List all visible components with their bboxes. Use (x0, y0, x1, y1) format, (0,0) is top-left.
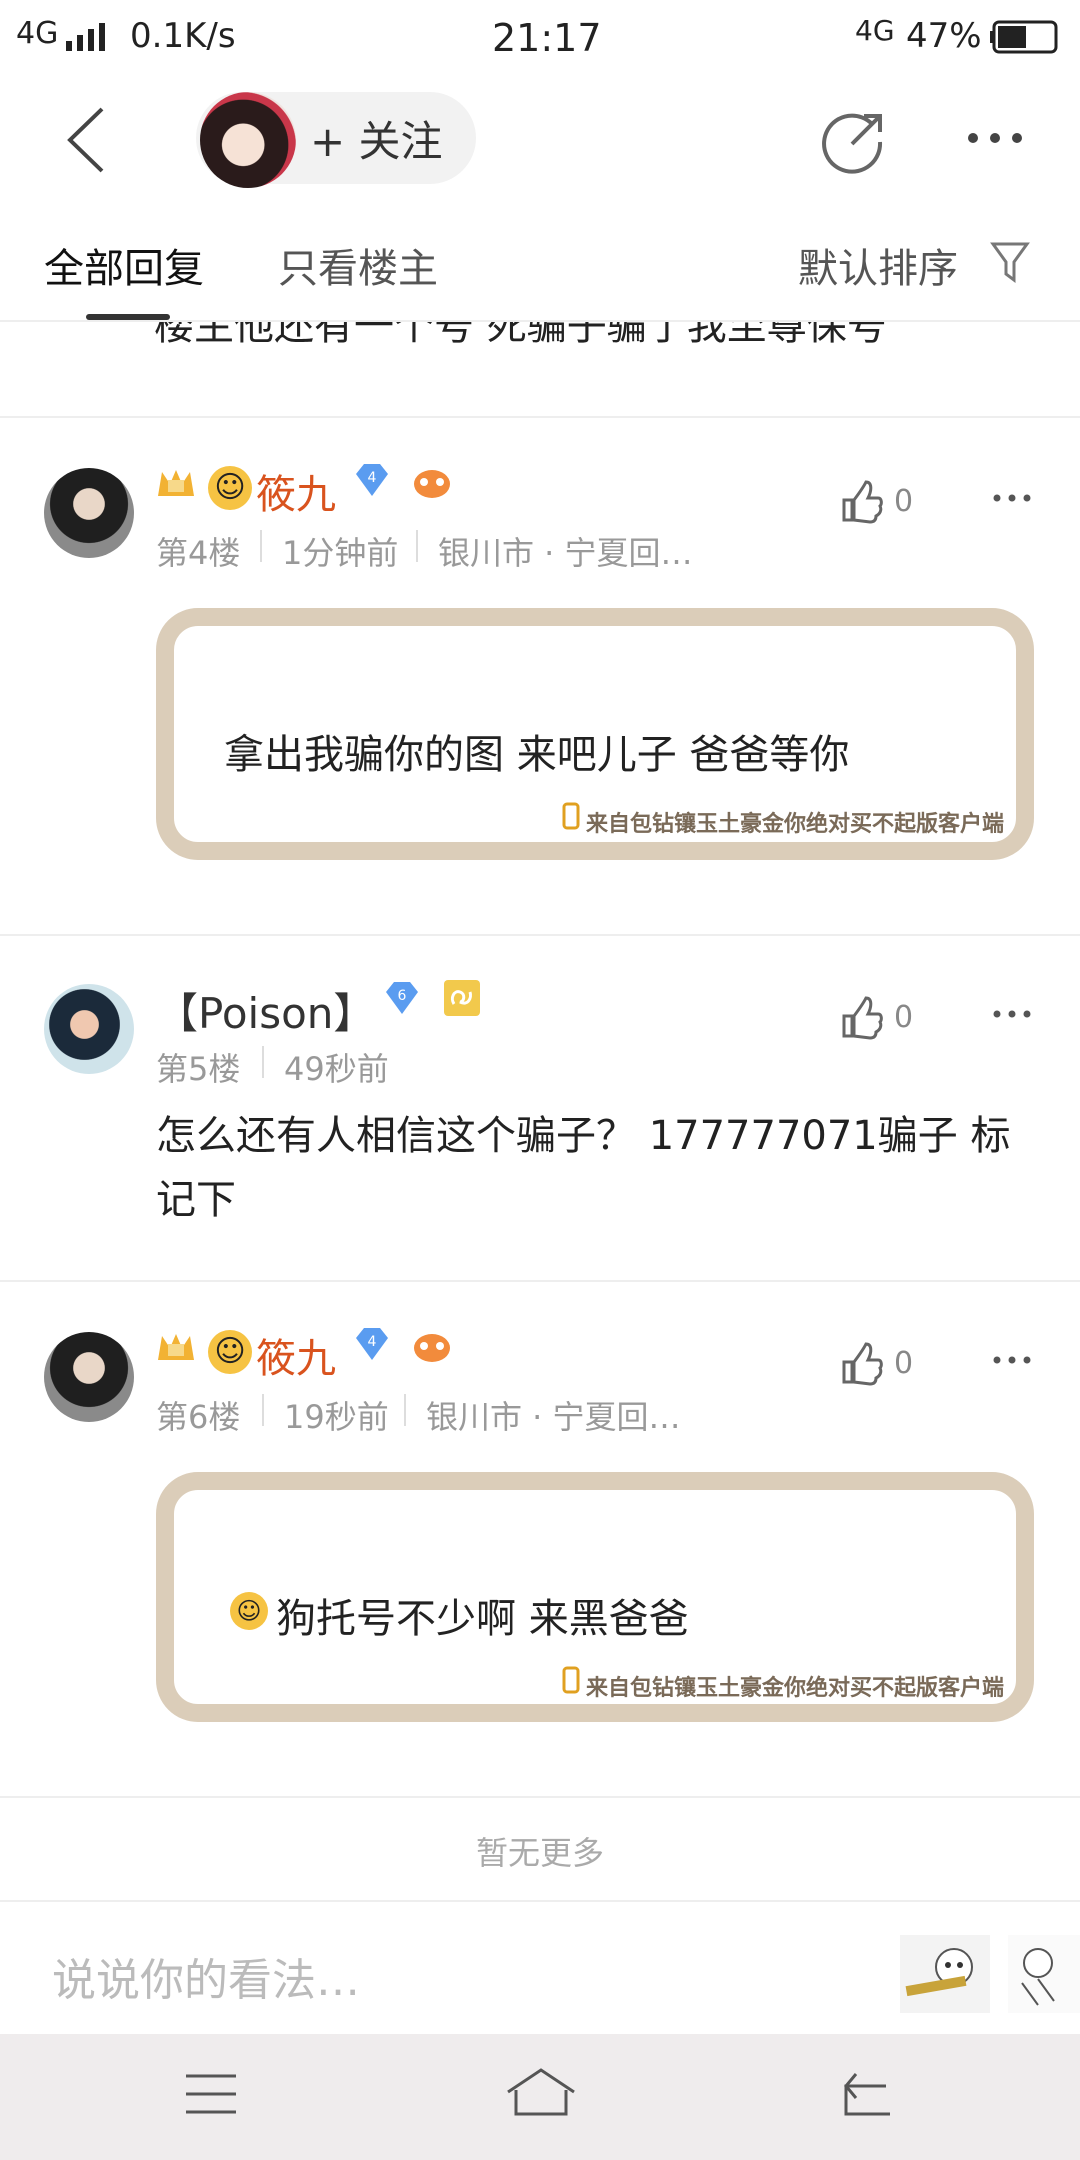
crown-icon (156, 1330, 196, 1364)
home-button[interactable] (506, 2068, 576, 2122)
menu-button[interactable] (186, 2072, 236, 2120)
more-dots-icon (993, 494, 1031, 502)
post-bubble: ☺ 狗托号不少啊 来黑爸爸 来自包钻镶玉土豪金你绝对买不起版客户端 (156, 1472, 1034, 1722)
meta-separator (416, 530, 418, 562)
sort-button[interactable]: 默认排序 (798, 236, 958, 294)
clipped-post: 楼主他还有一个号 死骗子骗了我至尊保号 (0, 322, 1080, 418)
author-avatar[interactable] (200, 92, 296, 188)
like-count: 0 (894, 1346, 914, 1381)
post-location: 银川市 · 宁夏回… (438, 534, 693, 572)
post-text: 狗托号不少啊 来黑爸爸 (276, 1596, 689, 1642)
post-more-button[interactable] (992, 988, 1032, 1034)
username[interactable]: 筱九 (256, 1326, 336, 1384)
meta-separator (404, 1394, 406, 1426)
gamepad-icon (412, 1330, 452, 1364)
sticker-thumbnail[interactable] (900, 1935, 990, 2013)
network-type-right: 4G (855, 14, 895, 47)
home-icon (507, 2068, 575, 2116)
like-count: 0 (894, 484, 914, 519)
meta-separator (260, 530, 262, 562)
share-button[interactable] (822, 108, 888, 174)
username[interactable]: 筱九 (256, 462, 336, 520)
avatar[interactable] (44, 468, 134, 558)
thumbs-up-icon (842, 996, 883, 1040)
post-more-button[interactable] (992, 472, 1032, 518)
follow-button[interactable]: + 关注 (310, 108, 443, 169)
back-button[interactable] (62, 105, 110, 175)
floor-number: 第6楼 (156, 1398, 241, 1436)
tab-all-replies[interactable]: 全部回复 (44, 236, 204, 294)
more-dots-icon (993, 1356, 1031, 1364)
like-count: 0 (894, 1000, 914, 1035)
phone-icon (562, 802, 580, 834)
diamond-level-icon: 6 (382, 980, 422, 1016)
sticker-thumbnail[interactable] (1008, 1935, 1080, 2013)
level-number: 4 (368, 1334, 377, 1350)
status-bar: 4G 0.1K/s 21:17 4G 47% (0, 0, 1080, 72)
phone-icon (562, 1666, 580, 1698)
level-number: 6 (398, 988, 407, 1004)
share-icon (822, 113, 883, 174)
post-time: 1分钟前 (282, 534, 399, 572)
post-divider (0, 934, 1080, 936)
signal-icon (64, 22, 110, 62)
shushing-emoji-icon: ☺ (230, 1592, 268, 1630)
level-number: 4 (368, 470, 377, 486)
gamepad-icon (412, 466, 452, 500)
floor-number: 第4楼 (156, 534, 241, 572)
network-type: 4G (16, 16, 59, 51)
post-divider (0, 1280, 1080, 1282)
like-button[interactable] (838, 478, 886, 528)
floor-number: 第5楼 (156, 1050, 241, 1088)
flushed-emoji-icon: ☺ (208, 466, 252, 510)
crown-icon (156, 466, 196, 500)
battery-percent: 47% (906, 16, 982, 56)
post-divider (0, 1796, 1080, 1798)
post-text: 拿出我骗你的图 来吧儿子 爸爸等你 (224, 732, 850, 778)
post-time: 49秒前 (284, 1050, 389, 1088)
username[interactable]: 【Poison】 (156, 980, 375, 1041)
post-divider (0, 416, 1080, 418)
thumbs-up-icon (842, 480, 883, 524)
comment-input[interactable]: 说说你的看法… (52, 1944, 360, 2008)
menu-icon (186, 2074, 236, 2114)
like-button[interactable] (838, 994, 886, 1044)
leo-zodiac-icon (444, 980, 480, 1020)
battery-icon (990, 20, 1062, 63)
filter-button[interactable] (990, 240, 1030, 284)
back-icon (844, 2073, 890, 2116)
post-location: 银川市 · 宁夏回… (426, 1398, 681, 1436)
flushed-emoji-icon: ☺ (208, 1330, 252, 1374)
more-button[interactable] (965, 118, 1025, 158)
tab-op-only[interactable]: 只看楼主 (278, 236, 438, 294)
post-bubble: 拿出我骗你的图 来吧儿子 爸爸等你 来自包钻镶玉土豪金你绝对买不起版客户端 (156, 608, 1034, 860)
post-text: 怎么还有人相信这个骗子？ 177777071骗子 标记下 (156, 1113, 1011, 1223)
back-nav-button[interactable] (842, 2070, 894, 2122)
more-dots-icon (993, 1010, 1031, 1018)
chevron-left-icon (67, 107, 104, 173)
post-time: 19秒前 (284, 1398, 389, 1436)
client-source: 来自包钻镶玉土豪金你绝对买不起版客户端 (586, 812, 1005, 837)
diamond-level-icon: 4 (352, 462, 392, 498)
meta-separator (262, 1046, 264, 1078)
network-speed: 0.1K/s (130, 16, 236, 56)
thumbs-up-icon (842, 1342, 883, 1386)
diamond-level-icon: 4 (352, 1326, 392, 1362)
post-more-button[interactable] (992, 1334, 1032, 1380)
client-source: 来自包钻镶玉土豪金你绝对买不起版客户端 (586, 1676, 1005, 1701)
meta-separator (262, 1394, 264, 1426)
avatar[interactable] (44, 984, 134, 1074)
like-button[interactable] (838, 1340, 886, 1390)
no-more-label: 暂无更多 (475, 1834, 604, 1872)
avatar[interactable] (44, 1332, 134, 1422)
clock: 21:17 (492, 16, 602, 60)
more-dots-icon (968, 133, 1022, 143)
filter-icon (990, 242, 1030, 283)
clipped-post-text: 楼主他还有一个号 死骗子骗了我至尊保号 (154, 322, 887, 349)
